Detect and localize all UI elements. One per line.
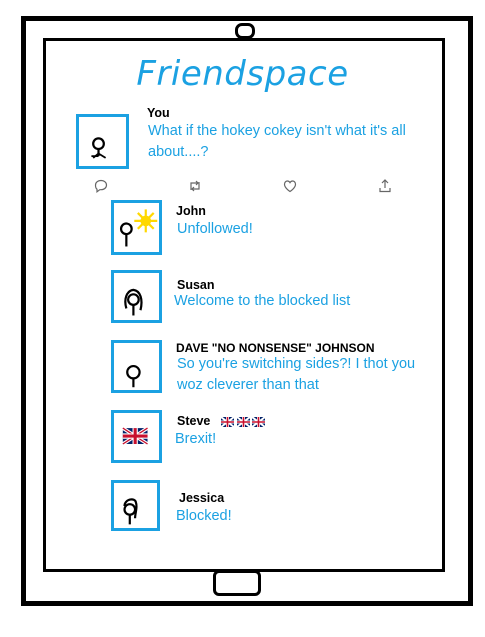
- reply-message-susan: Welcome to the blocked list: [174, 293, 351, 309]
- stick-figure-sun-icon: [119, 209, 158, 247]
- union-jack-icon: [220, 416, 266, 428]
- home-button[interactable]: [213, 570, 261, 596]
- reply-message-steve: Brexit!: [175, 431, 217, 447]
- reply-name-jessica: Jessica: [179, 491, 225, 505]
- reply-icon[interactable]: [93, 178, 109, 194]
- avatar-john[interactable]: [111, 200, 162, 255]
- retweet-icon[interactable]: [187, 178, 203, 194]
- post-text: What if the hokey cokey isn't what it's …: [148, 123, 406, 160]
- share-icon[interactable]: [377, 178, 393, 194]
- stick-figure-hair-icon: [123, 498, 138, 525]
- avatar-jessica[interactable]: [111, 480, 160, 531]
- post-author: You: [147, 106, 170, 120]
- avatar-you[interactable]: [76, 114, 129, 169]
- stick-figure-icon: [126, 364, 141, 388]
- reply-message-john: Unfollowed!: [177, 221, 253, 237]
- avatar-susan[interactable]: [111, 270, 162, 323]
- reply-name-susan: Susan: [177, 278, 215, 292]
- union-jack-flag-icon: [121, 426, 149, 446]
- reply-name-john: John: [176, 204, 206, 218]
- reply-message-dave: So you're switching sides?! I thot you w…: [177, 356, 416, 393]
- stick-figure-icon: [91, 137, 107, 159]
- reply-name-steve: Steve: [177, 414, 211, 428]
- stick-figure-long-hair-icon: [124, 288, 143, 316]
- camera-icon: [235, 23, 255, 39]
- reply-name-dave: DAVE "NO NONSENSE" JOHNSON: [176, 341, 375, 355]
- avatar-dave[interactable]: [111, 340, 162, 393]
- reply-message-jessica: Blocked!: [176, 508, 232, 524]
- app-title: Friendspace: [136, 54, 349, 94]
- union-jack-flags-badge: [220, 415, 266, 433]
- avatar-steve[interactable]: [111, 410, 162, 463]
- like-icon[interactable]: [282, 178, 298, 194]
